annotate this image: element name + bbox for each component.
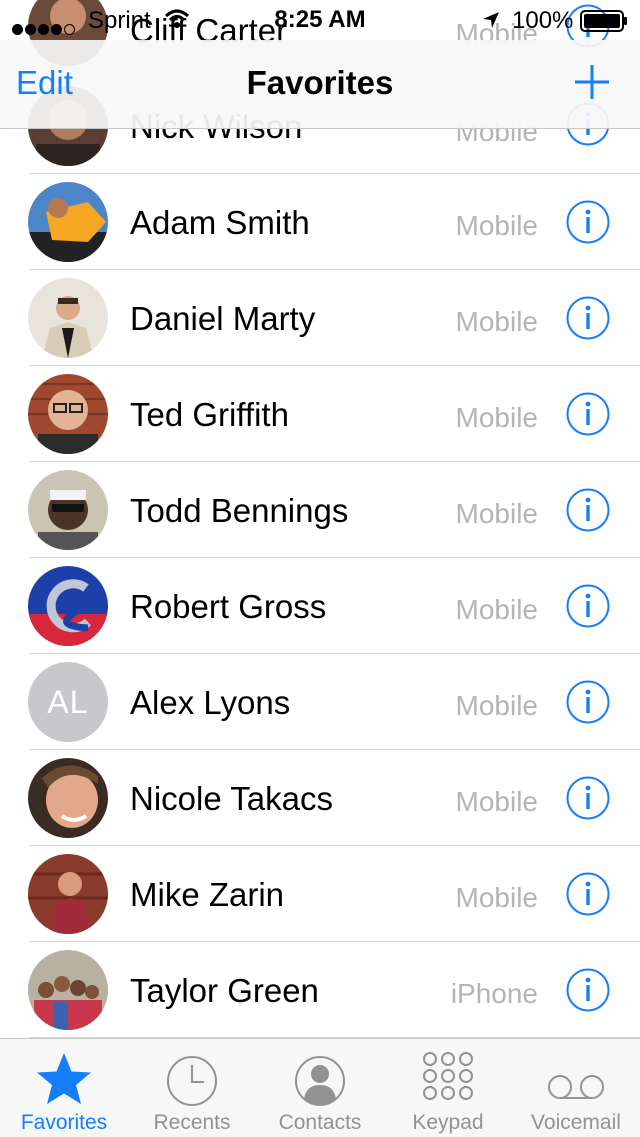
battery-percentage: 100% — [512, 7, 574, 34]
keypad-icon — [423, 1052, 473, 1100]
favorite-row-ted-griffith[interactable]: Ted Griffith Mobile — [0, 366, 640, 462]
tab-label: Recents — [153, 1111, 231, 1134]
star-icon — [37, 1053, 91, 1104]
tab-contacts[interactable]: Contacts — [256, 1039, 384, 1137]
tab-bar: Favorites Recents Contacts Keypad Voicem… — [0, 1038, 640, 1137]
contact-name: Ted Griffith — [130, 396, 289, 433]
contact-photo — [28, 182, 108, 262]
info-icon[interactable] — [566, 392, 610, 436]
avatar-initials: AL — [28, 662, 108, 742]
info-icon[interactable] — [566, 200, 610, 244]
tab-label: Voicemail — [531, 1111, 621, 1134]
navigation-bar: Edit Favorites — [0, 40, 640, 129]
contact-photo — [28, 470, 108, 550]
phone-type: Mobile — [455, 306, 538, 337]
status-bar: Sprint 8:25 AM 100% — [0, 0, 640, 40]
favorite-row-nicole-takacs[interactable]: Nicole Takacs Mobile — [0, 750, 640, 846]
contact-name: Alex Lyons — [130, 684, 291, 721]
info-icon[interactable] — [566, 968, 610, 1012]
add-favorite-icon[interactable] — [574, 64, 610, 100]
favorite-row-todd-bennings[interactable]: Todd Bennings Mobile — [0, 462, 640, 558]
favorite-row-alex-lyons[interactable]: AL Alex Lyons Mobile — [0, 654, 640, 750]
tab-recents[interactable]: Recents — [128, 1039, 256, 1137]
contact-name: Taylor Green — [130, 972, 319, 1009]
tab-keypad[interactable]: Keypad — [384, 1039, 512, 1137]
person-icon — [295, 1056, 345, 1106]
contact-name: Robert Gross — [130, 588, 327, 625]
phone-type: Mobile — [455, 498, 538, 529]
phone-type: Mobile — [455, 786, 538, 817]
contact-photo — [28, 950, 108, 1030]
location-arrow-icon — [483, 12, 499, 28]
page-title: Favorites — [246, 64, 394, 101]
contact-photo — [28, 566, 108, 646]
info-icon[interactable] — [566, 872, 610, 916]
info-icon[interactable] — [566, 296, 610, 340]
favorites-list[interactable]: Cliff Carter Mobile Nick Wilson Mobile A… — [0, 0, 640, 1136]
info-icon[interactable] — [566, 776, 610, 820]
contact-initials-avatar: AL — [28, 662, 108, 742]
phone-type: Mobile — [455, 882, 538, 913]
phone-type: iPhone — [450, 978, 538, 1009]
favorite-row-mike-zarin[interactable]: Mike Zarin Mobile — [0, 846, 640, 942]
contact-name: Todd Bennings — [130, 492, 349, 529]
contact-name: Daniel Marty — [130, 300, 316, 337]
tab-label: Favorites — [20, 1111, 108, 1134]
contact-photo — [28, 854, 108, 934]
tab-favorites[interactable]: Favorites — [0, 1039, 128, 1137]
contact-name: Adam Smith — [130, 204, 310, 241]
battery-icon — [580, 10, 627, 32]
phone-type: Mobile — [455, 402, 538, 433]
phone-type: Mobile — [455, 594, 538, 625]
info-icon[interactable] — [566, 680, 610, 724]
info-icon[interactable] — [566, 488, 610, 532]
tab-label: Contacts — [278, 1111, 362, 1134]
phone-type: Mobile — [455, 210, 538, 241]
contact-name: Mike Zarin — [130, 876, 285, 913]
clock-icon — [167, 1056, 217, 1106]
tab-voicemail[interactable]: Voicemail — [512, 1039, 640, 1137]
tab-label: Keypad — [412, 1111, 484, 1134]
info-icon[interactable] — [566, 584, 610, 628]
voicemail-icon — [548, 1075, 604, 1099]
favorite-row-robert-gross[interactable]: Robert Gross Mobile — [0, 558, 640, 654]
contact-name: Nicole Takacs — [130, 780, 333, 817]
favorite-row-adam-smith[interactable]: Adam Smith Mobile — [0, 174, 640, 270]
favorite-row-daniel-marty[interactable]: Daniel Marty Mobile — [0, 270, 640, 366]
contact-photo — [28, 374, 108, 454]
phone-type: Mobile — [455, 690, 538, 721]
favorite-row-taylor-green[interactable]: Taylor Green iPhone — [0, 942, 640, 1038]
contact-photo — [28, 278, 108, 358]
contact-photo — [28, 758, 108, 838]
